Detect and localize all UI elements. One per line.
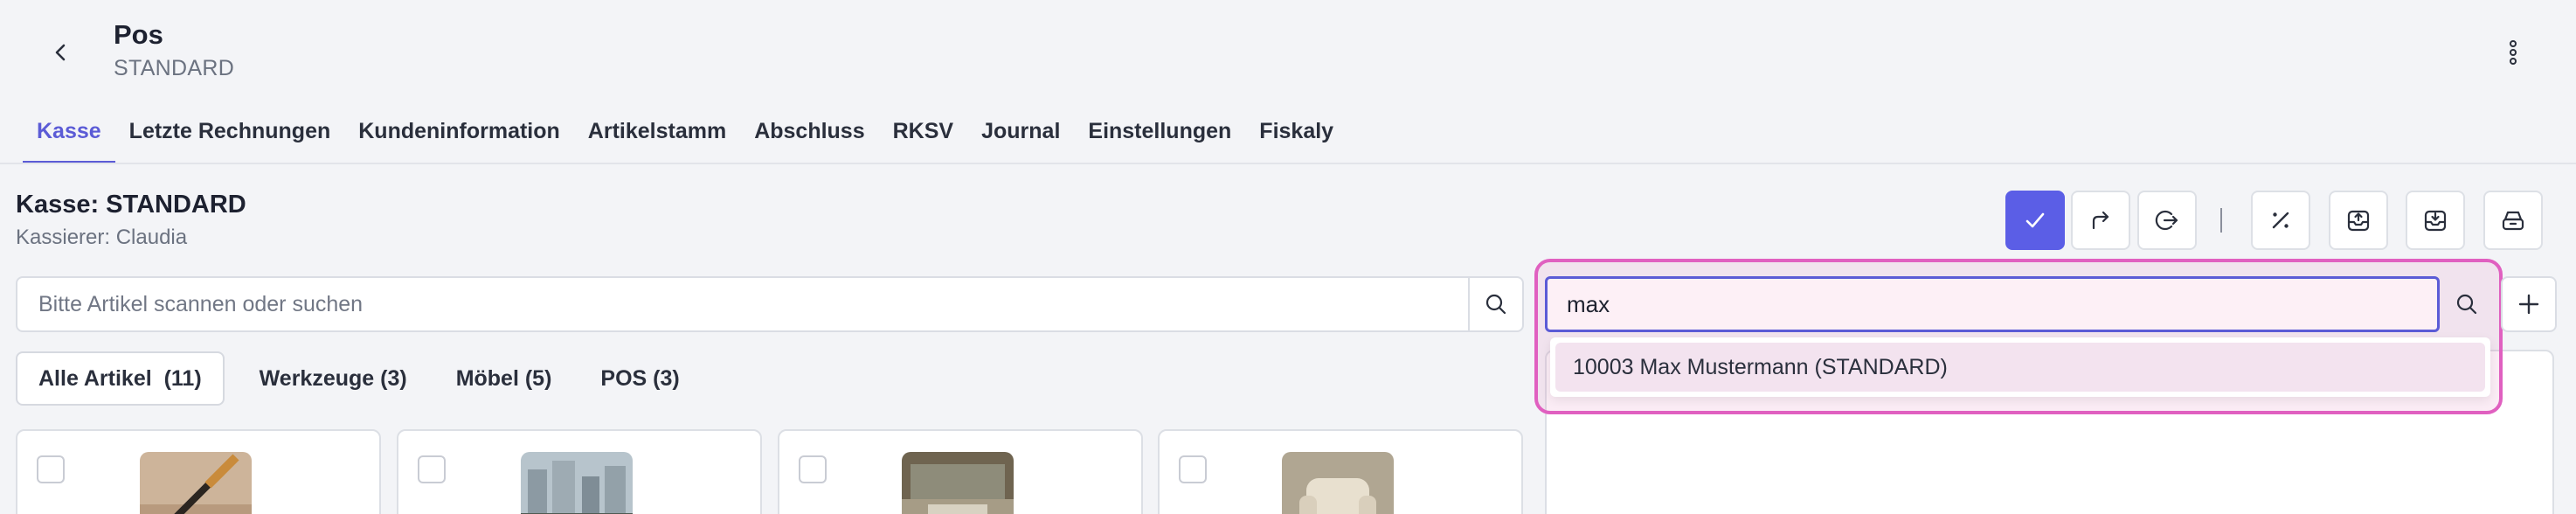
product-card[interactable] (397, 429, 762, 514)
redirect-arrow-icon (2088, 207, 2114, 233)
product-checkbox[interactable] (418, 455, 446, 483)
register-title: Kasse: STANDARD (16, 191, 246, 219)
tab-kundeninformation[interactable]: Kundeninformation (344, 110, 574, 164)
back-button[interactable] (45, 35, 77, 70)
kebab-menu-icon (2508, 39, 2518, 66)
filter-moebel[interactable]: Möbel (5) (433, 351, 575, 406)
inbox-upload-icon (2345, 207, 2372, 233)
customer-search-input[interactable] (1548, 290, 2437, 318)
product-checkbox[interactable] (1179, 455, 1207, 483)
tab-letzte-rechnungen[interactable]: Letzte Rechnungen (115, 110, 345, 164)
category-filters: Alle Artikel (11) Werkzeuge (3) Möbel (5… (16, 351, 706, 406)
product-image (140, 452, 252, 514)
chevron-left-icon (52, 42, 70, 63)
page-subtitle: STANDARD (114, 56, 235, 80)
search-icon (1484, 292, 1508, 316)
customer-suggestions: 10003 Max Mustermann (STANDARD) (1550, 337, 2490, 397)
search-icon (2455, 292, 2479, 316)
article-search-button[interactable] (1468, 278, 1522, 330)
tab-rksv[interactable]: RKSV (879, 110, 967, 164)
main-tabs: Kasse Letzte Rechnungen Kundeninformatio… (23, 110, 1347, 164)
product-image (902, 452, 1014, 514)
confirm-button[interactable] (2005, 191, 2065, 250)
page-title: Pos (114, 19, 163, 50)
filter-pos[interactable]: POS (3) (578, 351, 702, 406)
tabs-divider (0, 163, 2576, 164)
redirect-button[interactable] (2071, 191, 2130, 250)
tab-abschluss[interactable]: Abschluss (740, 110, 878, 164)
tab-fiskaly[interactable]: Fiskaly (1245, 110, 1347, 164)
toolbar-separator (2220, 208, 2222, 233)
product-card[interactable] (1158, 429, 1523, 514)
cash-drawer-icon (2500, 207, 2526, 233)
inbox-download-icon (2422, 207, 2448, 233)
park-upload-button[interactable] (2329, 191, 2388, 250)
product-image (1282, 452, 1394, 514)
cash-drawer-button[interactable] (2483, 191, 2543, 250)
tab-artikelstamm[interactable]: Artikelstamm (574, 110, 740, 164)
product-checkbox[interactable] (37, 455, 65, 483)
article-search (16, 276, 1524, 332)
more-options-button[interactable] (2494, 33, 2532, 72)
customer-suggestion-item[interactable]: 10003 Max Mustermann (STANDARD) (1555, 343, 2485, 392)
plus-icon (2517, 293, 2540, 316)
product-image (521, 452, 633, 514)
tab-einstellungen[interactable]: Einstellungen (1074, 110, 1245, 164)
product-checkbox[interactable] (799, 455, 827, 483)
article-search-input[interactable] (17, 278, 1468, 330)
check-icon (2022, 207, 2048, 233)
customer-search (1545, 276, 2440, 332)
park-download-button[interactable] (2406, 191, 2465, 250)
cashier-label: Kassierer: Claudia (16, 226, 188, 249)
tab-journal[interactable]: Journal (967, 110, 1074, 164)
tab-kasse[interactable]: Kasse (23, 110, 115, 164)
percent-icon (2268, 207, 2294, 233)
logout-button[interactable] (2137, 191, 2197, 250)
customer-search-button[interactable] (2440, 276, 2494, 332)
filter-werkzeuge[interactable]: Werkzeuge (3) (237, 351, 430, 406)
discount-button[interactable] (2251, 191, 2310, 250)
logout-icon (2154, 207, 2180, 233)
add-customer-button[interactable] (2501, 276, 2557, 332)
filter-alle-artikel[interactable]: Alle Artikel (11) (16, 351, 225, 406)
product-card[interactable] (16, 429, 381, 514)
product-card[interactable] (778, 429, 1143, 514)
